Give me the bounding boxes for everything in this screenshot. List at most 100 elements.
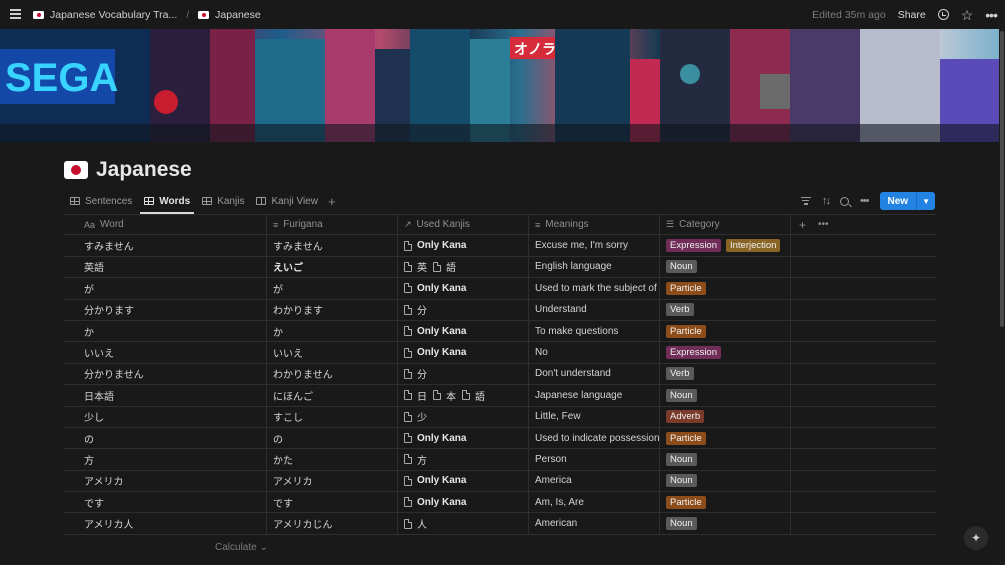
menu-icon[interactable] — [10, 9, 21, 19]
category-cell[interactable]: Particle — [660, 320, 791, 342]
furigana-cell[interactable]: すこし — [267, 406, 398, 427]
used-kanjis-cell[interactable]: 人 — [398, 513, 529, 534]
table-row[interactable]: のの Only Kana Used to indicate possession, … — [64, 427, 937, 450]
kanji-relation-link[interactable]: 少 — [404, 409, 427, 424]
furigana-cell[interactable]: か — [267, 320, 398, 342]
table-row[interactable]: 英語 えいご英語 English language Noun — [64, 256, 937, 279]
meaning-cell[interactable]: Don't understand — [529, 363, 660, 385]
meaning-cell[interactable]: Japanese language — [529, 385, 660, 406]
kanji-relation-link[interactable]: 分 — [404, 302, 427, 317]
kanji-relation-link[interactable]: 人 — [404, 516, 427, 531]
favorite-star-icon[interactable]: ☆ — [961, 8, 974, 22]
meaning-cell[interactable]: Understand — [529, 299, 660, 320]
furigana-cell[interactable]: です — [267, 492, 398, 513]
meaning-cell[interactable]: America — [529, 470, 660, 492]
used-kanjis-cell[interactable]: 日本語 — [398, 385, 529, 406]
page-title-text[interactable]: Japanese — [96, 158, 192, 182]
kanji-relation-link[interactable]: Only Kana — [404, 475, 466, 486]
meaning-cell[interactable]: Am, Is, Are — [529, 492, 660, 513]
table-row[interactable]: かか Only Kana To make questions Particle — [64, 320, 937, 343]
chevron-down-icon[interactable]: ▼ — [916, 192, 935, 210]
new-button-label[interactable]: New — [880, 192, 917, 210]
column-header-meanings[interactable]: ≡ Meanings — [529, 215, 660, 235]
furigana-cell[interactable]: にほんご — [267, 385, 398, 406]
table-row[interactable]: 方かた方 Person Noun — [64, 449, 937, 471]
meaning-cell[interactable]: No — [529, 342, 660, 363]
word-cell[interactable]: アメリカ人 — [64, 513, 267, 534]
meaning-cell[interactable]: To make questions — [529, 320, 660, 342]
table-row[interactable]: いいえ いいえ Only Kana No Expression — [64, 342, 937, 364]
table-row[interactable]: アメリカ アメリカ Only Kana America Noun — [64, 470, 937, 493]
meaning-cell[interactable]: American — [529, 513, 660, 534]
calculate-button[interactable]: Calculate ⌄ — [215, 542, 268, 553]
category-cell[interactable]: Particle — [660, 427, 791, 449]
word-cell[interactable]: です — [64, 492, 267, 513]
used-kanjis-cell[interactable]: 分 — [398, 363, 529, 385]
used-kanjis-cell[interactable]: Only Kana — [398, 470, 529, 492]
category-cell[interactable]: Noun — [660, 449, 791, 470]
category-cell[interactable]: Noun — [660, 513, 791, 534]
kanji-relation-link[interactable]: Only Kana — [404, 240, 466, 251]
furigana-cell[interactable]: かた — [267, 449, 398, 470]
word-cell[interactable]: 日本語 — [64, 385, 267, 406]
table-row[interactable]: 分かりません わかりません 分 Don't understand Verb — [64, 363, 937, 386]
word-cell[interactable]: 少し — [64, 406, 267, 427]
used-kanjis-cell[interactable]: Only Kana — [398, 492, 529, 513]
word-cell[interactable]: が — [64, 278, 267, 299]
category-cell[interactable]: Noun — [660, 256, 791, 278]
column-header-used-kanjis[interactable]: ↗ Used Kanjis — [398, 215, 529, 235]
word-cell[interactable]: の — [64, 427, 267, 449]
word-cell[interactable]: すみません — [64, 235, 267, 256]
furigana-cell[interactable]: えいご — [267, 256, 398, 278]
japan-flag-icon[interactable] — [64, 161, 88, 179]
used-kanjis-cell[interactable]: Only Kana — [398, 235, 529, 256]
meaning-cell[interactable]: Person — [529, 449, 660, 470]
furigana-cell[interactable]: すみません — [267, 235, 398, 256]
table-row[interactable]: 少し すこし 少 Little, Few Adverb — [64, 406, 937, 428]
used-kanjis-cell[interactable]: Only Kana — [398, 342, 529, 363]
column-header-category[interactable]: ☰ Category — [660, 215, 791, 235]
category-cell[interactable]: Expression Interjection — [660, 235, 791, 256]
used-kanjis-cell[interactable]: Only Kana — [398, 427, 529, 449]
word-cell[interactable]: 英語 — [64, 256, 267, 278]
new-button[interactable]: New ▼ — [879, 192, 935, 210]
updates-clock-icon[interactable] — [937, 9, 949, 20]
category-cell[interactable]: Expression — [660, 342, 791, 363]
used-kanjis-cell[interactable]: Only Kana — [398, 320, 529, 342]
word-cell[interactable]: 分かりません — [64, 363, 267, 385]
sort-icon[interactable]: ↑↓ — [822, 195, 831, 207]
used-kanjis-cell[interactable]: 英語 — [398, 256, 529, 278]
table-row[interactable]: アメリカ人 アメリカじん 人 American Noun — [64, 513, 937, 535]
word-cell[interactable]: 分かります — [64, 299, 267, 320]
share-button[interactable]: Share — [898, 9, 926, 21]
used-kanjis-cell[interactable]: Only Kana — [398, 278, 529, 299]
word-cell[interactable]: いいえ — [64, 342, 267, 363]
category-cell[interactable]: Particle — [660, 278, 791, 299]
kanji-relation-link[interactable]: Only Kana — [404, 283, 466, 294]
word-cell[interactable]: 方 — [64, 449, 267, 470]
add-property-icon[interactable]: + — [799, 218, 806, 232]
used-kanjis-cell[interactable]: 少 — [398, 406, 529, 427]
category-cell[interactable]: Verb — [660, 363, 791, 385]
furigana-cell[interactable]: アメリカ — [267, 470, 398, 492]
furigana-cell[interactable]: わかります — [267, 299, 398, 320]
kanji-relation-link[interactable]: 語 — [462, 388, 485, 403]
kanji-relation-link[interactable]: 語 — [433, 259, 456, 274]
meaning-cell[interactable]: English language — [529, 256, 660, 278]
scrollbar[interactable] — [999, 29, 1005, 565]
tab-sentences[interactable]: Sentences — [64, 190, 138, 212]
kanji-relation-link[interactable]: Only Kana — [404, 433, 466, 444]
used-kanjis-cell[interactable]: 方 — [398, 449, 529, 470]
breadcrumb-item-current[interactable]: Japanese — [215, 9, 261, 21]
more-options-icon[interactable]: ••• — [985, 8, 998, 22]
more-options-icon[interactable]: ••• — [860, 195, 870, 207]
furigana-cell[interactable]: いいえ — [267, 342, 398, 363]
kanji-relation-link[interactable]: Only Kana — [404, 497, 466, 508]
word-cell[interactable]: アメリカ — [64, 470, 267, 492]
furigana-cell[interactable]: わかりません — [267, 363, 398, 385]
more-options-icon[interactable]: ••• — [818, 219, 829, 230]
furigana-cell[interactable]: が — [267, 278, 398, 299]
search-icon[interactable] — [839, 196, 849, 206]
tab-kanji-view[interactable]: Kanji View — [250, 190, 324, 212]
table-row[interactable]: がが Only Kana Used to mark the subject of a… — [64, 278, 937, 300]
